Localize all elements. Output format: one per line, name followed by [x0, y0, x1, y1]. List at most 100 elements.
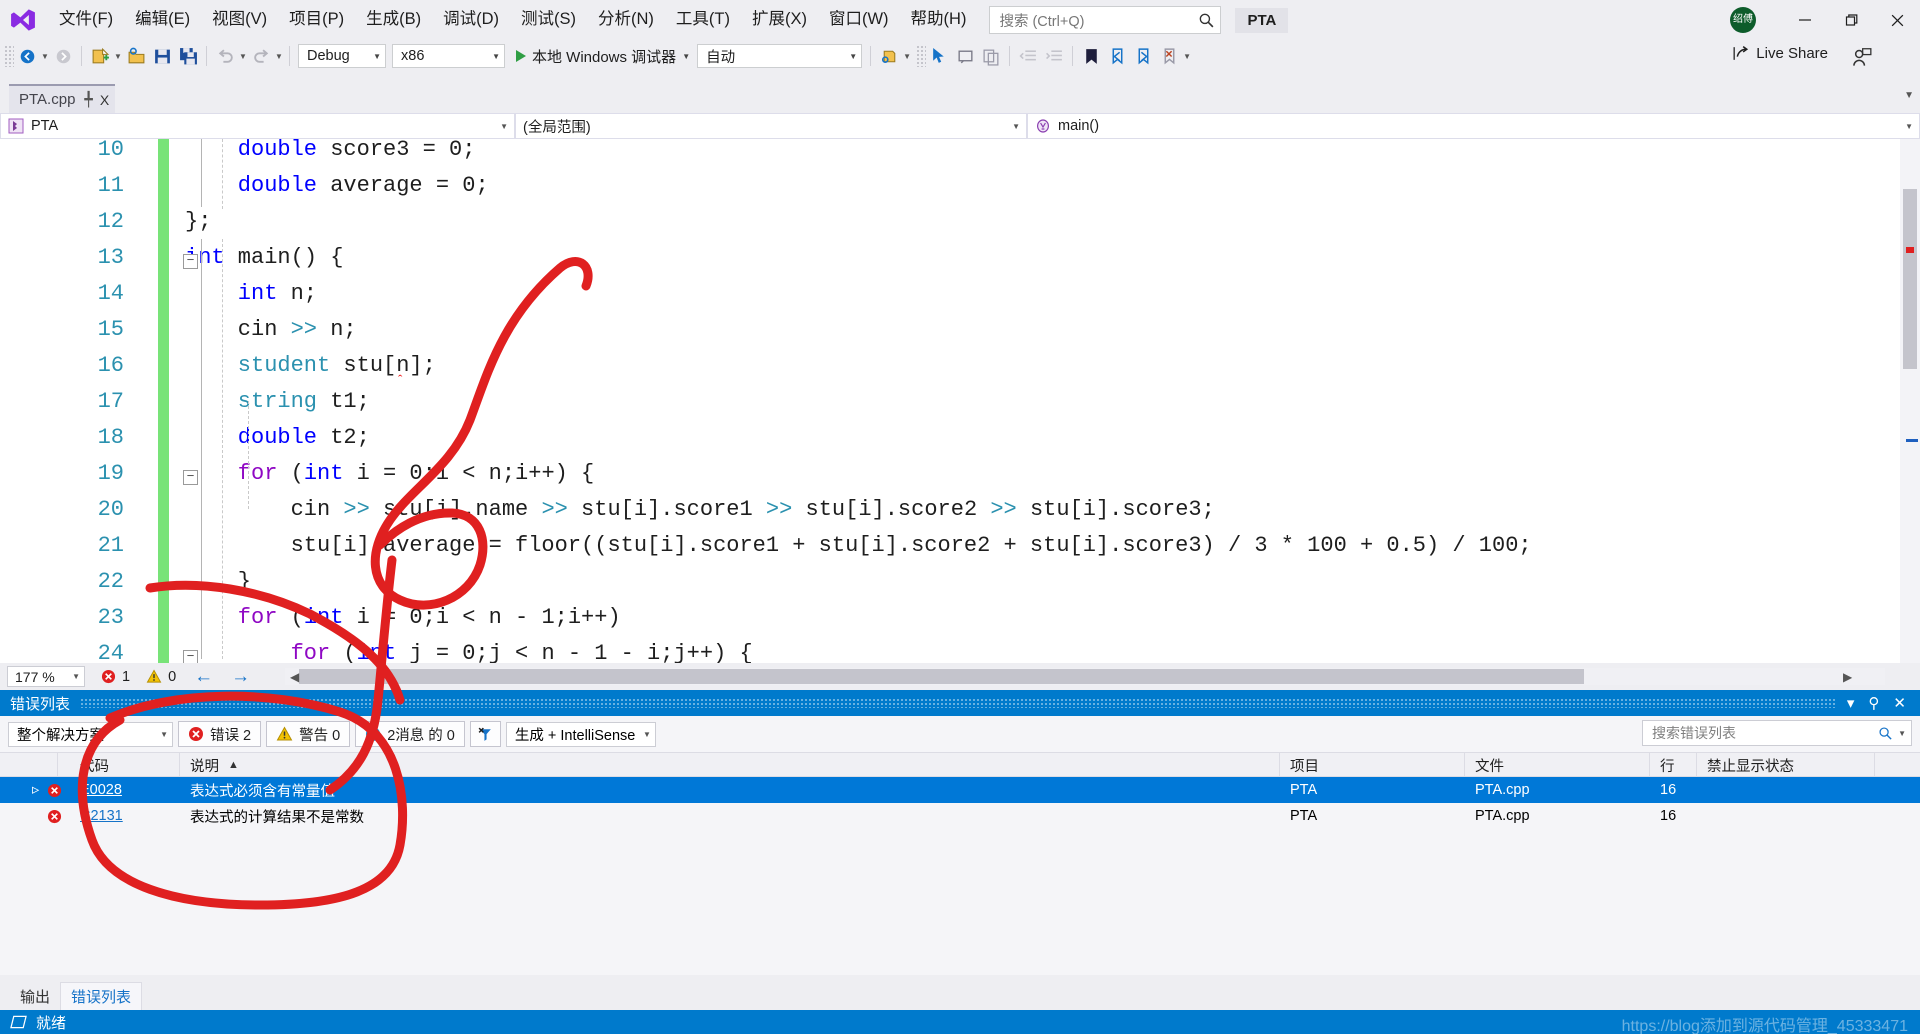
menu-item-3[interactable]: 项目(P) [278, 6, 355, 34]
save-icon[interactable] [150, 44, 174, 68]
document-tab-pta-cpp[interactable]: PTA.cpp ╇ X [9, 84, 116, 113]
navbar-project-combo[interactable]: PTA ▼ [0, 113, 515, 139]
code-line[interactable]: for (int i = 0;i < n;i++) { [238, 461, 594, 486]
code-line[interactable]: for (int j = 0;j < n - 1 - i;j++) { [291, 641, 753, 663]
toolbar-grip[interactable] [4, 45, 14, 67]
row-expander-icon[interactable] [22, 803, 46, 829]
tab-list-dropdown-icon[interactable]: ▼ [1904, 90, 1914, 101]
attach-dropdown-icon[interactable]: ▼ [902, 52, 912, 61]
column-header-file[interactable]: 文件 [1465, 753, 1650, 777]
navigate-backward-icon[interactable] [15, 44, 39, 68]
new-project-dropdown-icon[interactable]: ▼ [113, 52, 123, 61]
collapse-region-icon[interactable]: − [183, 470, 198, 485]
save-all-icon[interactable] [176, 44, 200, 68]
editor-scroll-thumb[interactable] [1903, 189, 1917, 369]
editor-hscroll-thumb[interactable] [299, 669, 1584, 684]
toolbar-overflow-icon[interactable]: ▼ [1182, 52, 1192, 61]
maximize-button[interactable] [1828, 0, 1874, 40]
quick-search-box[interactable]: 搜索 (Ctrl+Q) [989, 6, 1222, 34]
menu-item-4[interactable]: 生成(B) [355, 6, 432, 34]
cell-code[interactable]: E0028 [70, 777, 180, 803]
uncomment-selection-icon[interactable] [979, 44, 1003, 68]
code-line[interactable]: double t2; [238, 425, 370, 450]
scope-filter-combo[interactable]: 整个解决方案 ▼ [8, 721, 173, 747]
panel-pin-icon[interactable]: ⚲ [1868, 694, 1879, 712]
close-button[interactable] [1874, 0, 1920, 40]
build-intellisense-filter-combo[interactable]: 生成 + IntelliSense ▼ [505, 721, 656, 747]
search-options-dropdown-icon[interactable]: ▼ [1898, 729, 1906, 738]
code-line[interactable]: student stu[n]; [238, 353, 436, 378]
column-header-suppression[interactable]: 禁止显示状态 [1697, 753, 1875, 777]
close-icon[interactable]: X [100, 92, 109, 108]
code-line[interactable]: cin >> stu[i].name >> stu[i].score1 >> s… [291, 497, 1215, 522]
code-line[interactable]: for (int i = 0;i < n - 1;i++) [238, 605, 621, 630]
code-line[interactable]: int main() { [185, 245, 343, 270]
title-bar-drag-dots[interactable] [80, 698, 1837, 708]
open-file-icon[interactable] [124, 44, 148, 68]
code-line[interactable]: string t1; [238, 389, 370, 414]
editor-error-count[interactable]: 1 [101, 669, 130, 685]
user-avatar[interactable]: 绍傅 [1730, 7, 1756, 33]
panel-close-icon[interactable]: ✕ [1893, 694, 1906, 712]
menu-item-5[interactable]: 调试(D) [432, 6, 510, 34]
debug-target-combo[interactable]: 自动 ▼ [697, 44, 863, 68]
table-row[interactable]: C2131 表达式的计算结果不是常数 PTA PTA.cpp 16 [0, 803, 1920, 829]
zoom-level-combo[interactable]: 177 % ▼ [7, 666, 85, 687]
navigate-back-arrow-icon[interactable]: ← [194, 666, 213, 688]
hscroll-right-arrow-icon[interactable]: ▶ [1843, 670, 1852, 684]
error-list-search-box[interactable]: 搜索错误列表 ▼ [1642, 720, 1912, 746]
live-share-button[interactable]: Live Share [1731, 44, 1828, 63]
next-bookmark-icon[interactable] [1131, 44, 1155, 68]
start-debugging-button[interactable]: 本地 Windows 调试器 ▼ [508, 43, 694, 69]
code-line[interactable]: }; [185, 209, 211, 234]
code-line[interactable]: int n; [238, 281, 317, 306]
messages-filter-button[interactable]: 2消息 的 0 [355, 721, 465, 747]
hscroll-left-arrow-icon[interactable]: ◀ [290, 670, 299, 684]
column-header-overflow[interactable] [1875, 753, 1920, 777]
row-expander-icon[interactable]: ▹ [22, 777, 46, 803]
solution-platform-combo[interactable]: x86 ▼ [392, 44, 505, 68]
editor-horizontal-scrollbar[interactable] [285, 668, 1885, 685]
bottom-tab-0[interactable]: 输出 [10, 982, 60, 1010]
previous-bookmark-icon[interactable] [1105, 44, 1129, 68]
attach-to-process-icon[interactable] [877, 44, 901, 68]
comment-selection-icon[interactable] [953, 44, 977, 68]
collapse-region-icon[interactable]: − [183, 254, 198, 269]
menu-item-8[interactable]: 工具(T) [665, 6, 741, 34]
pointer-select-icon[interactable] [927, 44, 951, 68]
menu-item-2[interactable]: 视图(V) [201, 6, 278, 34]
code-line[interactable]: cin >> n; [238, 317, 357, 342]
toggle-bookmark-icon[interactable] [1079, 44, 1103, 68]
code-line[interactable]: double average = 0; [238, 173, 489, 198]
menu-item-1[interactable]: 编辑(E) [124, 6, 201, 34]
clear-filter-button[interactable] [469, 721, 501, 747]
new-project-icon[interactable] [88, 44, 112, 68]
code-line[interactable]: double score3 = 0; [238, 139, 476, 162]
toolbar-grip[interactable] [916, 45, 927, 67]
menu-item-9[interactable]: 扩展(X) [741, 6, 818, 34]
navigate-forward-arrow-icon[interactable]: → [231, 666, 250, 688]
table-row[interactable]: ▹ E0028 表达式必须含有常量值 PTA PTA.cpp 16 [0, 777, 1920, 803]
column-header-project[interactable]: 项目 [1280, 753, 1465, 777]
cell-code[interactable]: C2131 [70, 803, 180, 829]
solution-configuration-combo[interactable]: Debug ▼ [298, 44, 386, 68]
menu-item-7[interactable]: 分析(N) [587, 6, 665, 34]
minimize-button[interactable] [1782, 0, 1828, 40]
navbar-member-combo[interactable]: main() ▼ [1027, 113, 1920, 139]
column-header-code[interactable]: 代码 [70, 753, 180, 777]
errors-filter-button[interactable]: 错误 2 [178, 721, 262, 747]
clear-bookmarks-icon[interactable] [1157, 44, 1181, 68]
navbar-scope-combo[interactable]: (全局范围) ▼ [515, 113, 1027, 139]
editor-warning-count[interactable]: 0 [146, 669, 176, 685]
code-line[interactable]: } [238, 569, 251, 594]
pin-icon[interactable]: ╇ [84, 91, 92, 108]
code-line[interactable]: stu[i].average = floor((stu[i].score1 + … [291, 533, 1532, 558]
menu-item-6[interactable]: 测试(S) [510, 6, 587, 34]
warnings-filter-button[interactable]: 警告 0 [266, 721, 351, 747]
navigate-backward-dropdown-icon[interactable]: ▼ [40, 52, 50, 61]
column-header-line[interactable]: 行 [1650, 753, 1697, 777]
column-header-description[interactable]: 说明 ▲ [180, 753, 1280, 777]
menu-item-10[interactable]: 窗口(W) [818, 6, 900, 34]
collapse-region-icon[interactable]: − [183, 650, 198, 663]
bottom-tab-1[interactable]: 错误列表 [60, 982, 143, 1010]
